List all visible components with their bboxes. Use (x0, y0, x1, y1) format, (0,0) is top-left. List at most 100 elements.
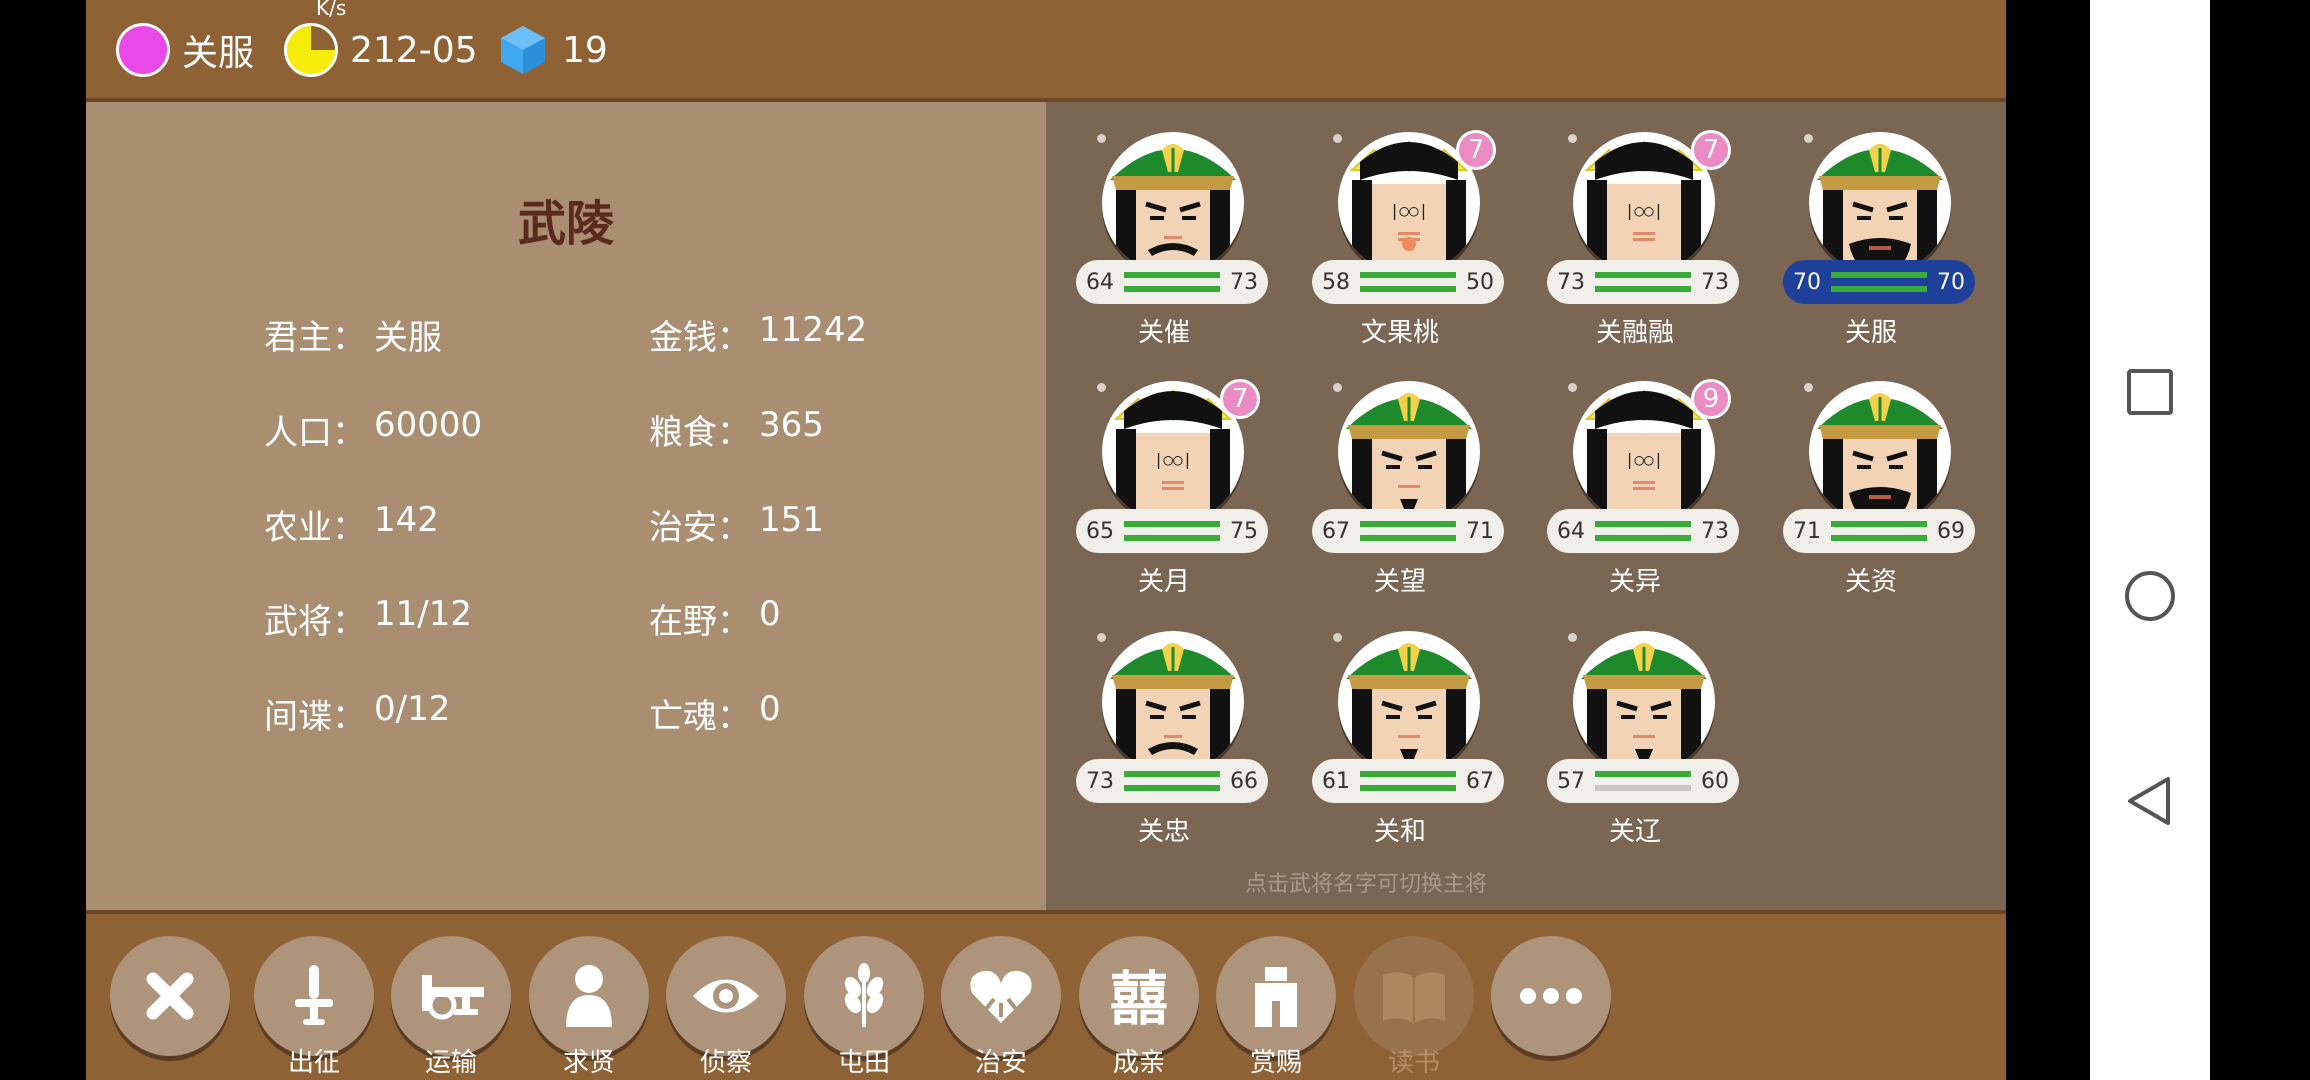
city-stat-4: 农业： 142 (264, 500, 439, 549)
general-card[interactable]: 71 69 关资 (1753, 353, 1989, 597)
general-stats: 65 75 (1076, 509, 1268, 553)
home-button[interactable] (2120, 566, 2180, 626)
stat-left: 73 (1086, 768, 1114, 794)
general-name[interactable]: 文果桃 (1282, 312, 1518, 349)
stat-value: 151 (759, 500, 824, 540)
stat-left: 70 (1793, 269, 1821, 295)
general-portrait[interactable] (1809, 381, 1951, 523)
generals-panel: 64 73 关催 |○○| 7 58 50 文果桃 |○○| 7 73 73 关… (1046, 102, 2006, 910)
game-date: 212-05 (350, 29, 478, 71)
general-portrait[interactable] (1573, 631, 1715, 773)
action-heart-button[interactable]: 治安 (939, 936, 1063, 1078)
general-stats: 64 73 (1547, 509, 1739, 553)
double-happiness-icon: 囍 (1110, 965, 1168, 1031)
close-button[interactable] (108, 936, 232, 1076)
action-circle[interactable] (254, 936, 374, 1056)
city-info-panel: 武陵 君主： 关服 金钱： 11242 人口： 60000 粮食： 365 农业： 142 治安： 1… (86, 102, 1046, 910)
date-indicator: 212-05 (284, 22, 478, 78)
stat-right: 75 (1230, 518, 1258, 544)
stat-value: 0 (759, 689, 781, 729)
stat-left: 73 (1557, 269, 1585, 295)
stat-key: 农业： (264, 508, 366, 548)
general-card[interactable]: 64 73 关催 (1046, 104, 1282, 348)
general-card[interactable]: 67 71 关望 (1282, 353, 1518, 597)
city-stat-9: 亡魂： 0 (649, 689, 781, 738)
action-label: 求贤 (562, 1048, 615, 1078)
general-name[interactable]: 关忠 (1046, 811, 1282, 848)
general-portrait[interactable] (1102, 631, 1244, 773)
action-circle[interactable] (1354, 936, 1474, 1056)
svg-text:|○○|: |○○| (1154, 450, 1193, 469)
more-icon (1520, 988, 1582, 1004)
general-portrait[interactable] (1338, 381, 1480, 523)
stat-key: 君主： (264, 318, 366, 358)
stat-bars (1124, 272, 1220, 292)
more-button[interactable] (1489, 936, 1613, 1076)
lord-color-icon (116, 23, 170, 77)
back-button[interactable] (2120, 771, 2180, 831)
general-name[interactable]: 关融融 (1517, 312, 1753, 349)
general-card[interactable]: |○○| 7 73 73 关融融 (1517, 104, 1753, 348)
city-stat-6: 武将： 11/12 (264, 594, 472, 643)
general-card[interactable]: 61 67 关和 (1282, 603, 1518, 847)
action-double-happiness-button[interactable]: 囍 成亲 (1077, 936, 1201, 1078)
general-name[interactable]: 关月 (1046, 561, 1282, 598)
general-card[interactable]: 57 60 关辽 (1517, 603, 1753, 847)
stat-value: 11242 (759, 310, 868, 350)
general-card[interactable]: 73 66 关忠 (1046, 603, 1282, 847)
city-name: 武陵 (517, 196, 614, 252)
stat-key: 人口： (264, 413, 366, 453)
action-circle[interactable] (529, 936, 649, 1056)
general-name[interactable]: 关服 (1753, 312, 1989, 349)
general-name[interactable]: 关资 (1753, 561, 1989, 598)
stat-right: 69 (1937, 518, 1965, 544)
gift-icon (1255, 967, 1297, 1027)
switch-general-hint: 点击武将名字可切换主将 (1244, 872, 1487, 897)
general-card[interactable]: |○○| 9 64 73 关异 (1517, 353, 1753, 597)
action-label: 成亲 (1112, 1048, 1165, 1078)
general-name[interactable]: 关和 (1282, 811, 1518, 848)
recent-apps-button[interactable] (2120, 362, 2180, 422)
general-stats: 71 69 (1783, 509, 1975, 553)
action-wheat-button[interactable]: 屯田 (802, 936, 926, 1078)
action-circle[interactable]: 囍 (1079, 936, 1199, 1056)
square-icon (2127, 369, 2173, 415)
close-icon (146, 972, 194, 1020)
general-name[interactable]: 关望 (1282, 561, 1518, 598)
general-portrait[interactable] (1338, 631, 1480, 773)
action-sword-button[interactable]: 出征 (252, 936, 376, 1078)
svg-text:|○○|: |○○| (1625, 450, 1664, 469)
action-circle[interactable] (941, 936, 1061, 1056)
action-circle[interactable] (1491, 936, 1611, 1056)
person-icon (566, 965, 612, 1027)
action-eye-button[interactable]: 侦察 (664, 936, 788, 1078)
action-circle[interactable] (391, 936, 511, 1056)
stat-right: 66 (1230, 768, 1258, 794)
action-circle[interactable] (804, 936, 924, 1056)
general-portrait[interactable] (1102, 132, 1244, 274)
general-card[interactable]: |○○| 7 65 75 关月 (1046, 353, 1282, 597)
action-book-button[interactable]: 读书 (1352, 936, 1476, 1078)
action-person-button[interactable]: 求贤 (527, 936, 651, 1078)
action-circle[interactable] (110, 936, 230, 1056)
stat-bars (1595, 272, 1691, 292)
general-card[interactable]: |○○| 7 58 50 文果桃 (1282, 104, 1518, 348)
action-gift-button[interactable]: 赏赐 (1214, 936, 1338, 1078)
general-card[interactable]: 70 70 关服 (1753, 104, 1989, 348)
general-name[interactable]: 关辽 (1517, 811, 1753, 848)
level-badge: 7 (1220, 379, 1260, 419)
general-name[interactable]: 关异 (1517, 561, 1753, 598)
city-stat-2: 人口： 60000 (264, 405, 482, 454)
general-portrait[interactable] (1809, 132, 1951, 274)
svg-text:|○○|: |○○| (1625, 201, 1664, 220)
lord-indicator: 关服 (116, 22, 254, 78)
action-circle[interactable] (666, 936, 786, 1056)
game-screen: 关服 212-05 19 武陵 君主： 关服 金钱： 11242 人口： 60000 粮食：… (86, 0, 2006, 1080)
general-stats: 58 50 (1312, 260, 1504, 304)
general-name[interactable]: 关催 (1046, 312, 1282, 349)
stat-key: 在野： (649, 602, 751, 642)
stat-value: 365 (759, 405, 824, 445)
stat-value: 0 (759, 594, 781, 634)
action-circle[interactable] (1216, 936, 1336, 1056)
action-cart-button[interactable]: 运输 (389, 936, 513, 1078)
